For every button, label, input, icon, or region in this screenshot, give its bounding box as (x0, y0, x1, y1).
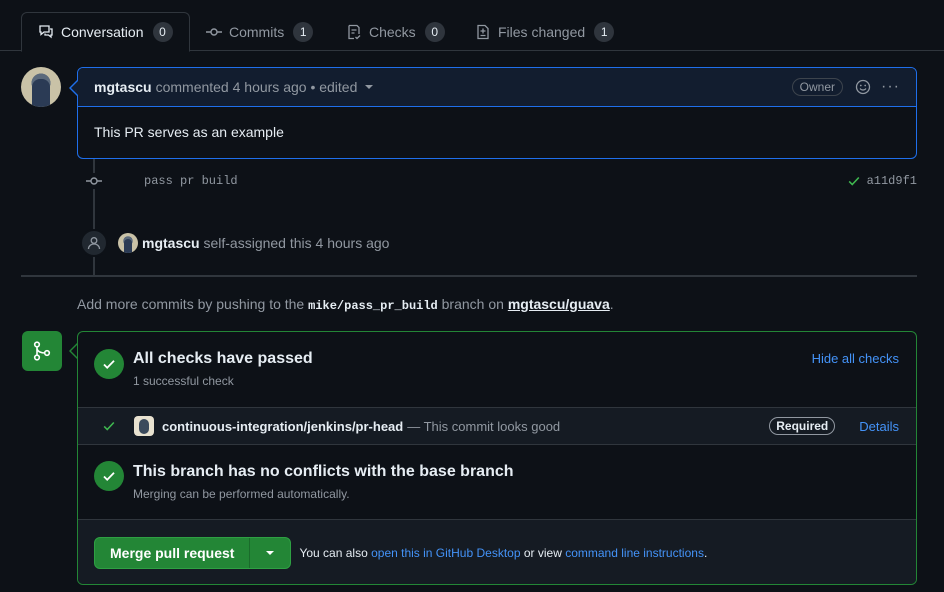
merge-button-group: Merge pull request (94, 537, 292, 569)
avatar[interactable] (118, 233, 138, 253)
kebab-horizontal-icon[interactable]: ··· (881, 78, 900, 96)
also-prefix: You can also (299, 546, 368, 560)
comment-meta[interactable]: commented 4 hours ago • edited (156, 79, 358, 95)
hint-suffix: . (609, 296, 614, 312)
comment-box: mgtascu commented 4 hours ago • edited O… (77, 67, 917, 159)
commit-sha[interactable]: a11d9f1 (867, 174, 917, 188)
smiley-icon[interactable] (855, 79, 871, 95)
tab-label: Files changed (498, 23, 586, 40)
file-diff-icon (475, 24, 491, 40)
merge-actions: Merge pull request You can also open thi… (78, 520, 916, 584)
jenkins-avatar (134, 416, 154, 436)
push-hint: Add more commits by pushing to the mike/… (77, 296, 614, 313)
tab-label: Checks (369, 23, 416, 40)
tab-count: 1 (293, 21, 314, 42)
commit-message[interactable]: pass pr build (144, 174, 238, 188)
checks-summary: All checks have passed 1 successful chec… (78, 332, 916, 407)
hint-middle: branch on (441, 296, 504, 312)
conflicts-section: This branch has no conflicts with the ba… (78, 445, 916, 520)
required-badge: Required (769, 417, 836, 435)
tab-count: 1 (594, 21, 615, 42)
check-item-row: continuous-integration/jenkins/pr-head —… (78, 407, 916, 445)
tab-label: Conversation (61, 24, 144, 40)
timeline-divider (21, 275, 917, 277)
tab-commits[interactable]: Commits 1 (190, 12, 329, 51)
commit-row: pass pr build a11d9f1 (86, 172, 917, 190)
conflicts-title: This branch has no conflicts with the ba… (133, 463, 514, 480)
avatar[interactable] (21, 67, 61, 107)
commit-sha-group: a11d9f1 (847, 174, 917, 188)
tab-label: Commits (229, 23, 285, 40)
conversation-icon (38, 24, 54, 40)
checks-title: All checks have passed (133, 350, 313, 367)
event-description: self-assigned this 4 hours ago (203, 235, 390, 251)
event-actor[interactable]: mgtascu (142, 235, 200, 251)
assign-event: mgtascu self-assigned this 4 hours ago (80, 229, 389, 257)
github-desktop-link[interactable]: open this in GitHub Desktop (371, 546, 520, 560)
tab-files-changed[interactable]: Files changed 1 (459, 12, 630, 51)
check-icon (102, 418, 118, 434)
comment-author[interactable]: mgtascu (94, 79, 152, 95)
or-view-text: or view (523, 546, 562, 560)
commit-icon (206, 24, 222, 40)
command-line-link[interactable]: command line instructions (565, 546, 704, 560)
chevron-down-icon (266, 551, 275, 555)
event-text: mgtascu self-assigned this 4 hours ago (142, 235, 389, 251)
git-merge-icon (22, 331, 62, 371)
merge-options-dropdown[interactable] (250, 538, 290, 568)
commit-icon (86, 173, 102, 189)
conflicts-subtitle: Merging can be performed automatically. (133, 487, 350, 501)
comment-body: This PR serves as an example (94, 124, 284, 140)
chevron-down-icon[interactable] (365, 85, 374, 89)
pr-tabs: Conversation 0 Commits 1 Checks 0 Files … (0, 0, 944, 52)
check-name: continuous-integration/jenkins/pr-head (162, 418, 404, 434)
check-description: — This commit looks good (407, 418, 561, 434)
also-suffix: . (703, 546, 708, 560)
merge-alternatives: You can also open this in GitHub Desktop… (299, 546, 707, 560)
check-circle-icon (94, 349, 124, 379)
owner-badge: Owner (791, 78, 844, 96)
merge-box: All checks have passed 1 successful chec… (77, 331, 917, 585)
person-icon (80, 229, 108, 257)
merge-pull-request-button[interactable]: Merge pull request (95, 538, 251, 568)
tab-checks[interactable]: Checks 0 (330, 12, 461, 51)
tab-count: 0 (424, 21, 445, 42)
repo-link[interactable]: mgtascu/guava (508, 296, 610, 312)
check-icon[interactable] (847, 174, 861, 188)
comment-header: mgtascu commented 4 hours ago • edited O… (78, 68, 916, 107)
checks-subtitle: 1 successful check (133, 374, 234, 388)
tab-conversation[interactable]: Conversation 0 (21, 12, 190, 52)
check-circle-icon (94, 461, 124, 491)
hide-checks-link[interactable]: Hide all checks (812, 351, 899, 366)
hint-prefix: Add more commits by pushing to the (77, 296, 305, 312)
checklist-icon (346, 24, 362, 40)
branch-name: mike/pass_pr_build (308, 299, 438, 313)
comment-pointer-fill (71, 81, 78, 95)
tab-count: 0 (152, 22, 173, 42)
details-link[interactable]: Details (859, 419, 899, 434)
